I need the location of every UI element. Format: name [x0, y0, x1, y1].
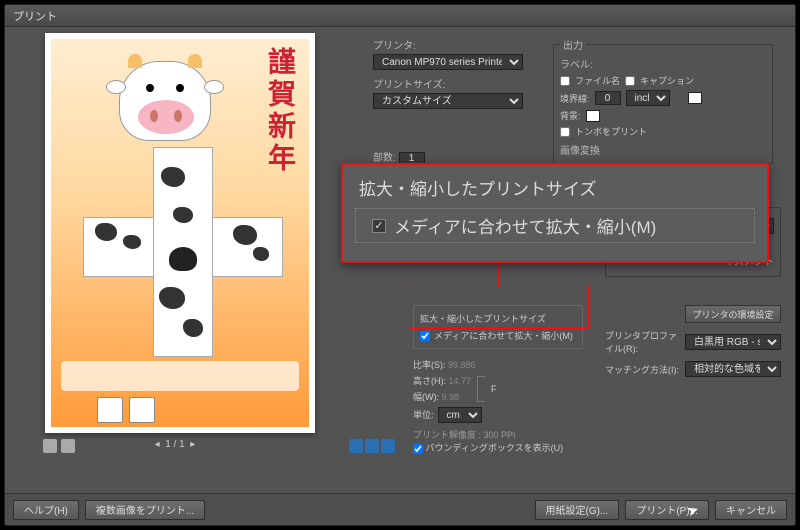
bbox-checkbox[interactable]: [413, 444, 423, 454]
print-size-label: プリントサイズ:: [373, 76, 533, 91]
caption-label: キャプション: [640, 74, 694, 87]
fit-media-checkbox[interactable]: [420, 331, 430, 341]
border-input[interactable]: [595, 91, 621, 105]
profile-label: プリンタプロファイル(R):: [605, 329, 685, 355]
print-preview: 謹賀新年: [45, 33, 315, 433]
image-convert-label: 画像変換: [560, 142, 766, 157]
print-size-select[interactable]: カスタムサイズ: [373, 93, 523, 109]
dialog-footer: ヘルプ(H) 複数画像をプリント... 用紙設定(G)... プリント(P)..…: [5, 493, 795, 525]
page-setup-button[interactable]: 用紙設定(G)...: [535, 500, 620, 520]
preview-tools: [43, 439, 75, 453]
callout-leader-line: [497, 263, 499, 287]
preview-thumb: [129, 397, 155, 423]
printer-block: プリンタ: Canon MP970 series Printer ( プリントサ…: [373, 37, 533, 109]
filename-checkbox[interactable]: [560, 76, 570, 86]
output-group: 出力 ラベル: ファイル名 キャプション 境界線: inch 背景:: [553, 37, 773, 164]
callout-zoom: 拡大・縮小したプリントサイズ ✓ メディアに合わせて拡大・縮小(M): [341, 163, 769, 263]
height-value: 14.77: [449, 376, 472, 386]
ratio-label: 比率(S):: [413, 360, 446, 370]
preview-cow-head: [119, 61, 211, 141]
height-label: 高さ(H):: [413, 376, 446, 386]
preview-caption-box: [61, 361, 299, 391]
fit-media-label: メディアに合わせて拡大・縮小(M): [434, 329, 573, 342]
prev-page-icon[interactable]: ◂: [155, 439, 160, 450]
caption-checkbox[interactable]: [625, 76, 635, 86]
scale-title: 拡大・縮小したプリントサイズ: [420, 312, 576, 325]
bbox-label: バウンディングボックスを表示(U): [426, 443, 564, 453]
printer-select[interactable]: Canon MP970 series Printer (: [373, 54, 523, 70]
preview-papercraft: [83, 147, 283, 357]
portrait-icon[interactable]: [43, 439, 57, 453]
printer-env-button[interactable]: プリンタの環境設定: [685, 305, 781, 323]
printer-label: プリンタ:: [373, 37, 533, 52]
callout-option-label: メディアに合わせて拡大・縮小(M): [394, 213, 656, 238]
cropmarks-checkbox[interactable]: [560, 127, 570, 137]
print-button[interactable]: プリント(P)...: [625, 500, 709, 520]
filename-label: ファイル名: [575, 74, 620, 87]
align-icon[interactable]: [349, 439, 363, 453]
border-color-swatch[interactable]: [688, 92, 702, 104]
profile-select[interactable]: 白黒用 RGB - sRGB IEC61: [685, 334, 781, 350]
titlebar[interactable]: プリント: [5, 5, 795, 27]
matching-label: マッチング方法(I):: [605, 363, 679, 376]
link-badge: F: [491, 381, 497, 397]
print-dialog: プリント 謹賀新年: [4, 4, 796, 526]
cancel-button[interactable]: キャンセル: [715, 500, 787, 520]
border-label: 境界線:: [560, 92, 590, 105]
multi-print-button[interactable]: 複数画像をプリント...: [85, 500, 205, 520]
callout-option-row: ✓ メディアに合わせて拡大・縮小(M): [355, 208, 755, 243]
background-label: 背景:: [560, 109, 581, 122]
output-label-label: ラベル:: [560, 56, 766, 71]
measurements: 比率(S): 99.886 高さ(H): 14.77 幅(W): 9.98 F …: [413, 357, 516, 443]
next-page-icon[interactable]: ▸: [190, 439, 195, 450]
ratio-value: 99.886: [448, 360, 476, 370]
unit-label: 単位:: [413, 407, 434, 423]
color-management: プリンタの環境設定 プリンタプロファイル(R): 白黒用 RGB - sRGB …: [605, 297, 781, 377]
output-legend: 出力: [560, 37, 586, 52]
width-value: 9.98: [442, 392, 460, 402]
matching-select[interactable]: 相対的な色域を維持: [685, 361, 781, 377]
callout-checkbox[interactable]: ✓: [372, 219, 386, 233]
preview-canvas: 謹賀新年: [51, 39, 309, 427]
page-indicator: 1 / 1: [165, 439, 184, 450]
border-unit-select[interactable]: inch: [626, 90, 670, 106]
scale-group: 拡大・縮小したプリントサイズ メディアに合わせて拡大・縮小(M): [413, 305, 583, 349]
pager: ◂ 1 / 1 ▸: [115, 439, 235, 450]
cropmarks-label: トンボをプリント: [575, 125, 647, 138]
window-title: プリント: [13, 11, 57, 23]
background-swatch[interactable]: [586, 110, 600, 122]
bbox-row: バウンディングボックスを表示(U): [413, 441, 563, 454]
help-button[interactable]: ヘルプ(H): [13, 500, 79, 520]
callout-title: 拡大・縮小したプリントサイズ: [343, 165, 767, 204]
unit-select[interactable]: cm: [438, 407, 482, 423]
preview-thumb: [97, 397, 123, 423]
landscape-icon[interactable]: [61, 439, 75, 453]
width-label: 幅(W):: [413, 392, 439, 402]
